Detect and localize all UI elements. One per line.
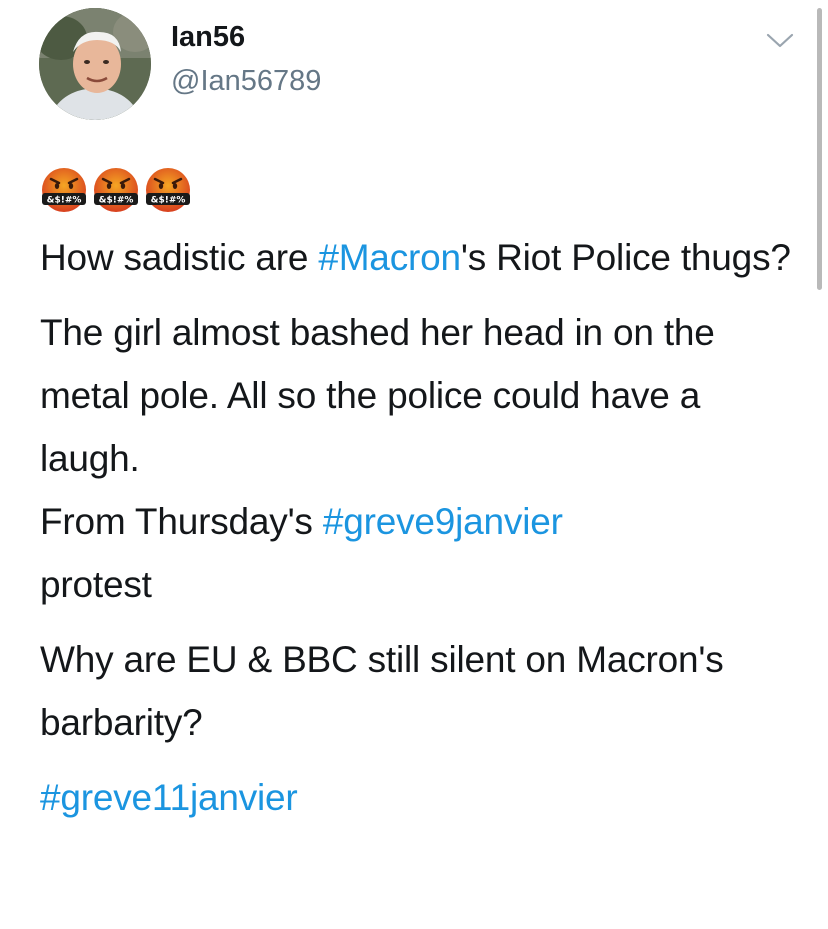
hashtag-link-greve9janvier[interactable]: #greve9janvier (323, 501, 563, 542)
avatar[interactable] (39, 8, 151, 120)
tweet-text-segment: From Thursday's (40, 501, 323, 542)
tweet-text: How sadistic are #Macron's Riot Police t… (40, 226, 800, 829)
svg-text:&$!#%: &$!#% (99, 196, 134, 206)
tweet-text-segment: Why are EU & BBC still silent on Macron'… (40, 639, 724, 743)
user-handle[interactable]: @Ian56789 (171, 64, 321, 98)
tweet-paragraph: From Thursday's #greve9janvier protest (40, 490, 800, 616)
svg-text:&$!#%: &$!#% (151, 196, 186, 206)
tweet-text-segment: How sadistic are (40, 237, 319, 278)
tweet-paragraph: #greve11janvier (40, 766, 800, 829)
tweet-paragraph: The girl almost bashed her head in on th… (40, 301, 800, 490)
hashtag-link-macron[interactable]: #Macron (318, 237, 461, 278)
svg-text:&$!#%: &$!#% (47, 196, 82, 206)
tweet-card: Ian56 @Ian56789 &$!#% &$!#% &$!#% How sa… (0, 0, 828, 929)
chevron-down-icon[interactable] (766, 30, 794, 52)
tweet-paragraph: How sadistic are #Macron's Riot Police t… (40, 226, 800, 289)
hashtag-link-greve11janvier[interactable]: #greve11janvier (40, 777, 298, 818)
avatar-image (39, 8, 151, 120)
author-info[interactable]: Ian56 @Ian56789 (171, 20, 321, 98)
scrollbar[interactable] (817, 8, 822, 290)
emoji-row: &$!#% &$!#% &$!#% (40, 166, 192, 214)
tweet-text-segment: 's Riot Police thugs? (460, 237, 791, 278)
face-with-symbols-on-mouth-icon: &$!#% (94, 168, 138, 212)
display-name[interactable]: Ian56 (171, 20, 321, 54)
tweet-text-segment: The girl almost bashed her head in on th… (40, 312, 715, 479)
tweet-text-segment: protest (40, 564, 152, 605)
face-with-symbols-on-mouth-icon: &$!#% (42, 168, 86, 212)
face-with-symbols-on-mouth-icon: &$!#% (146, 168, 190, 212)
tweet-paragraph: Why are EU & BBC still silent on Macron'… (40, 628, 800, 754)
